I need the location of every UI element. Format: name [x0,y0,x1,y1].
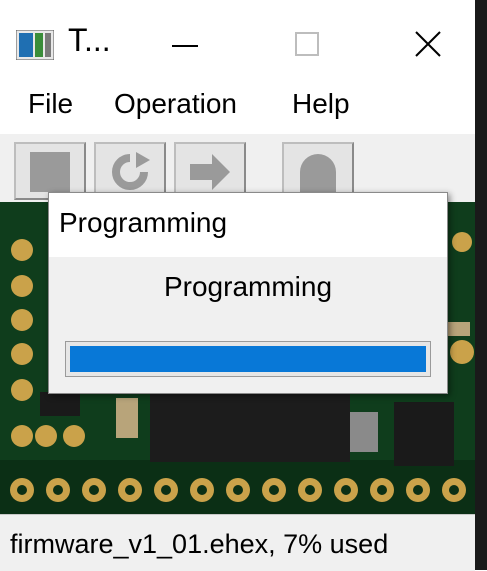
status-text: firmware_v1_01.ehex, 7% used [10,529,389,559]
menu-bar: File Operation Help [0,84,475,134]
minimize-button[interactable] [156,18,212,70]
title-bar[interactable]: T... [0,0,475,84]
programming-dialog: Programming Programming [48,192,448,394]
reboot-icon [300,154,336,192]
dialog-title: Programming [59,207,228,238]
menu-file[interactable]: File [28,88,73,120]
dialog-message: Programming [163,271,333,302]
close-icon [415,31,441,57]
app-icon [16,30,54,60]
status-bar: firmware_v1_01.ehex, 7% used [0,514,475,571]
close-button[interactable] [400,18,456,70]
menu-operation[interactable]: Operation [114,88,237,120]
menu-help[interactable]: Help [292,88,350,120]
progress-bar [65,341,431,377]
reload-icon [112,152,150,190]
program-icon [190,154,230,190]
window-title: T... [68,22,111,58]
stop-icon [30,152,70,192]
progress-fill [70,346,426,372]
maximize-button[interactable] [278,18,334,70]
dialog-title-bar[interactable]: Programming [49,193,447,257]
